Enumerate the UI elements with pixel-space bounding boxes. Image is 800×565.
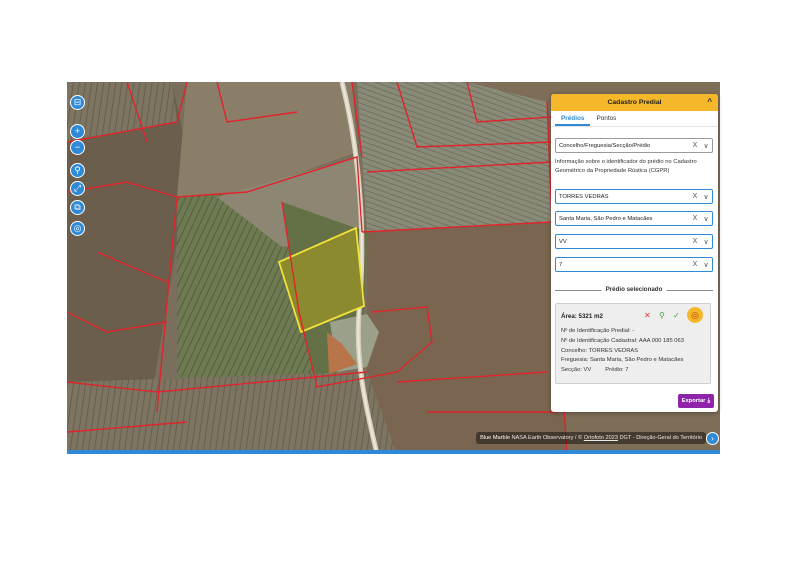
panel-title: Cadastro Predial <box>607 99 662 106</box>
id-predial: Nº de Identificação Predial: - <box>561 328 635 334</box>
location-pin-icon[interactable]: ⚲ <box>70 163 85 178</box>
panel-tabs: Prédios Pontos <box>551 111 718 127</box>
freguesia-line: Freguesia: Santa Maria, São Pedro e Mata… <box>561 357 684 364</box>
freguesia-select[interactable]: Santa Maria, São Pedro e Matacães X ∨ <box>555 211 713 226</box>
concelho-line: Concelho: TORRES VEDRAS <box>561 347 639 354</box>
geolocate-icon[interactable]: ◎ <box>70 221 85 236</box>
close-icon[interactable]: ✕ <box>644 311 651 321</box>
chevron-down-icon[interactable]: ∨ <box>700 261 712 269</box>
chevron-down-icon[interactable]: ∨ <box>700 215 712 223</box>
zoom-to-icon[interactable]: ⚲ <box>659 311 665 321</box>
tab-pontos[interactable]: Pontos <box>590 111 622 126</box>
export-button[interactable]: Exportar ⤓ <box>677 394 714 408</box>
clear-icon[interactable]: X <box>690 238 700 245</box>
export-label: Exportar <box>681 398 706 404</box>
predio-card: Área: 5321 m2 ✕ ⚲ ✓ ◎ Nº de Identificaçã… <box>555 303 711 384</box>
map-attribution: Blue Marble NASA Earth Observatory / © O… <box>476 432 706 444</box>
layers-icon[interactable]: ⊟ <box>70 95 85 110</box>
seccao-select[interactable]: VV X ∨ <box>555 234 713 249</box>
panel-header: Cadastro Predial ^ <box>551 94 718 111</box>
predio-details: Nº de Identificação Predial: - Nº de Ide… <box>561 327 684 376</box>
clear-icon[interactable]: X <box>690 261 700 268</box>
search-mode-value: Concelho/Freguesia/Secção/Prédio <box>559 142 651 149</box>
predio-value: 7 <box>559 261 563 268</box>
download-icon: ⤓ <box>707 397 710 404</box>
concelho-value: TORRES VEDRAS <box>559 193 609 200</box>
bottom-bar <box>67 450 720 454</box>
predio-select[interactable]: 7 X ∨ <box>555 257 713 272</box>
id-cadastral: Nº de Identificação Cadastral: AAA 000 1… <box>561 337 684 344</box>
attribution-rest: DGT - Direção-Geral do Território <box>619 435 702 441</box>
target-icon[interactable]: ◎ <box>687 307 703 323</box>
predio-line: Prédio: 7 <box>605 367 629 374</box>
collapse-icon[interactable]: ^ <box>707 97 712 106</box>
sidebar-toggle-icon[interactable]: › <box>706 432 719 445</box>
check-icon[interactable]: ✓ <box>673 311 680 321</box>
area-label: Área: 5321 m2 <box>561 313 603 320</box>
cadastro-panel: Cadastro Predial ^ Prédios Pontos Concel… <box>551 94 718 412</box>
zoom-out-icon[interactable]: − <box>70 140 85 155</box>
freguesia-value: Santa Maria, São Pedro e Matacães <box>559 215 653 222</box>
chevron-down-icon[interactable]: ∨ <box>700 142 712 150</box>
zoom-in-icon[interactable]: + <box>70 124 85 139</box>
chevron-down-icon[interactable]: ∨ <box>700 193 712 201</box>
clear-icon[interactable]: X <box>690 142 700 149</box>
chevron-down-icon[interactable]: ∨ <box>700 238 712 246</box>
clear-icon[interactable]: X <box>690 193 700 200</box>
info-text: Informação sobre o identificador do préd… <box>555 159 697 174</box>
seccao-predio-line: Secção: VV Prédio: 7 <box>561 366 684 376</box>
search-mode-select[interactable]: Concelho/Freguesia/Secção/Prédio X ∨ <box>555 138 713 153</box>
tab-predios[interactable]: Prédios <box>555 111 591 126</box>
seccao-line: Secção: VV <box>561 367 592 374</box>
selected-section-header: Prédio selecionado <box>555 284 713 296</box>
measure-icon[interactable]: ⤢ <box>70 181 85 196</box>
selected-title: Prédio selecionado <box>601 284 667 296</box>
clear-icon[interactable]: X <box>690 215 700 222</box>
attribution-provider: NASA Earth Observatory / © <box>511 435 583 441</box>
attribution-link[interactable]: Ortofoto 2023 <box>584 435 618 441</box>
concelho-select[interactable]: TORRES VEDRAS X ∨ <box>555 189 713 204</box>
seccao-value: VV <box>559 238 567 245</box>
attribution-basemap: Blue Marble <box>480 435 510 441</box>
print-icon[interactable]: ⧉ <box>70 200 85 215</box>
